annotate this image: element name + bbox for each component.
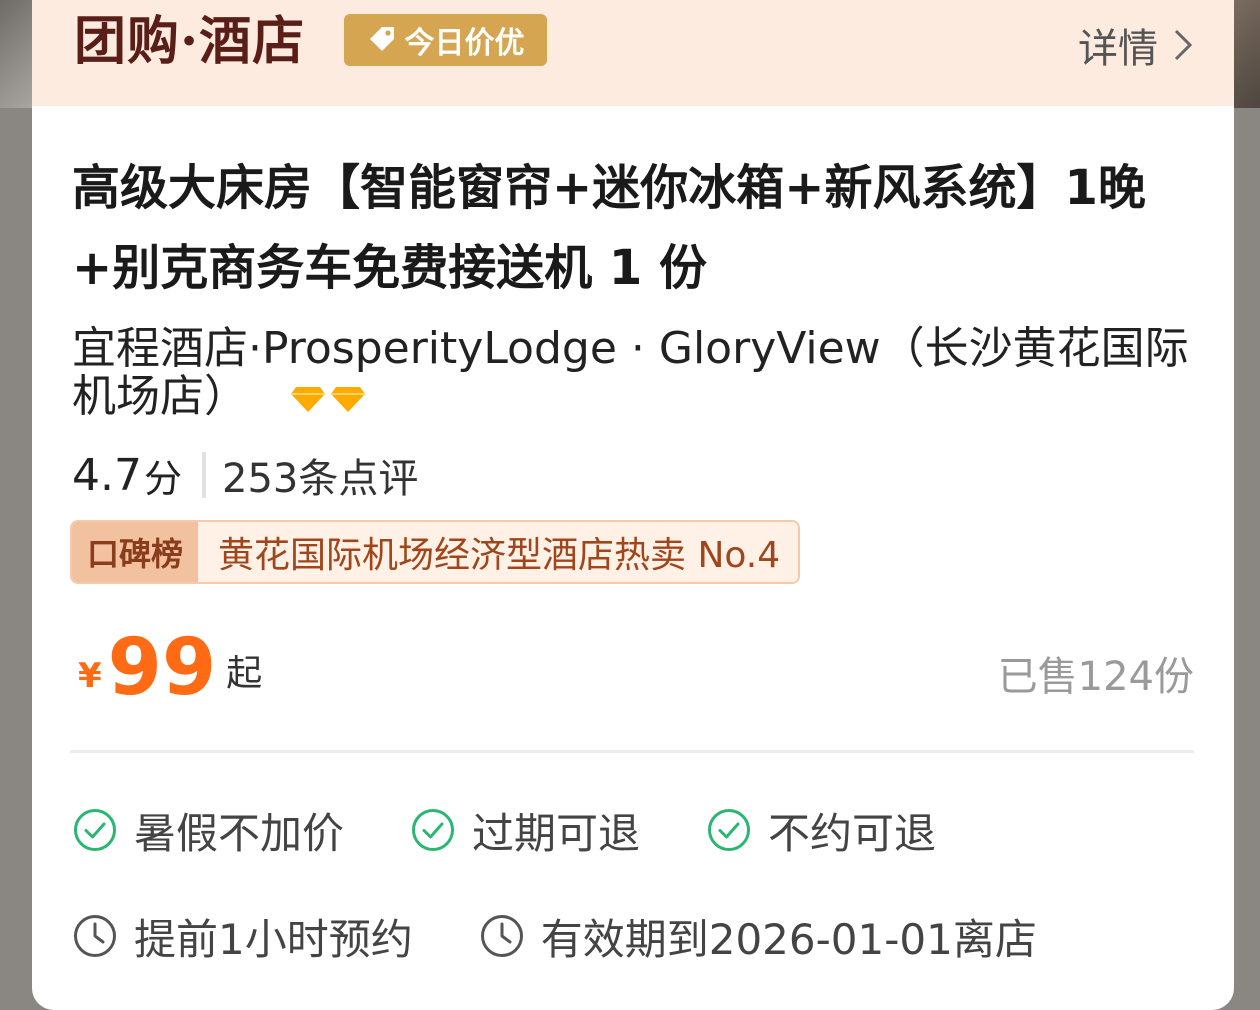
rating-score: 4.7 [72,449,142,501]
ranking-badge-label-text: 口碑榜 [86,535,183,573]
ranking-badge[interactable]: 口碑榜 黄花国际机场经济型酒店热卖 No.4 [70,520,801,584]
rating-row[interactable]: 4.7 分 253条点评 [72,448,419,503]
rating-divider [202,452,206,498]
clock-icon [480,915,523,957]
info-label: 有效期到2026-01-01离店 [540,914,1037,964]
brand-title: 团购·酒店 [74,11,306,72]
chevron-right-icon [1174,29,1193,61]
group-buy-card[interactable]: 团购·酒店 今日价优 详情 高级大床房【智能窗帘+迷你冰箱+新风系统】1晚+别克… [32,0,1234,1010]
feature-label: 不约可退 [768,808,937,858]
rating-score-unit: 分 [143,456,182,501]
diamond-icon [291,387,325,412]
price: ¥ 99 起 [78,618,262,708]
card-header: 团购·酒店 今日价优 详情 [32,0,1234,106]
clock-icon [74,915,116,957]
deal-badge-label: 今日价优 [404,26,525,61]
ranking-badge-label: 口碑榜 [72,522,198,582]
feature-list: 暑假不加价 过期可退 不约可退 [72,800,936,860]
info-item: 提前1小时预约 [72,906,413,967]
tag-icon [369,27,394,51]
feature-label: 过期可退 [472,808,641,858]
price-amount: 99 [107,623,217,713]
price-suffix: 起 [226,653,263,694]
hotel-diamond-rating [290,385,366,413]
info-label: 提前1小时预约 [134,914,413,964]
product-title: 高级大床房【智能窗帘+迷你冰箱+新风系统】1晚+别克商务车免费接送机 1 份 [72,160,1146,296]
ranking-badge-text: 黄花国际机场经济型酒店热卖 No.4 [198,522,799,582]
booking-info: 提前1小时预约 有效期到2026-01-01离店 [72,906,1037,966]
feature-item: 不约可退 [706,800,936,861]
review-count: 253条点评 [222,456,419,502]
feature-item: 过期可退 [410,800,640,861]
feature-item: 暑假不加价 [72,800,344,861]
info-item: 有效期到2026-01-01离店 [479,906,1037,967]
section-divider [70,750,1194,753]
feature-label: 暑假不加价 [134,808,345,858]
hotel-name-text: 宜程酒店·ProsperityLodge · GloryView（长沙黄花国际机… [72,323,1189,422]
check-circle-icon [74,809,116,851]
hotel-name[interactable]: 宜程酒店·ProsperityLodge · GloryView（长沙黄花国际机… [72,325,1202,421]
deal-badge: 今日价优 [344,14,547,66]
sold-count: 已售124份 [997,654,1194,700]
background-photo-left [0,0,34,108]
check-circle-icon [412,809,455,851]
detail-link-label: 详情 [1078,26,1158,72]
price-currency: ¥ [78,656,102,696]
background-photo-right [1230,0,1260,108]
check-circle-icon [708,809,751,851]
diamond-icon [331,387,365,412]
detail-link[interactable]: 详情 [1078,16,1194,74]
